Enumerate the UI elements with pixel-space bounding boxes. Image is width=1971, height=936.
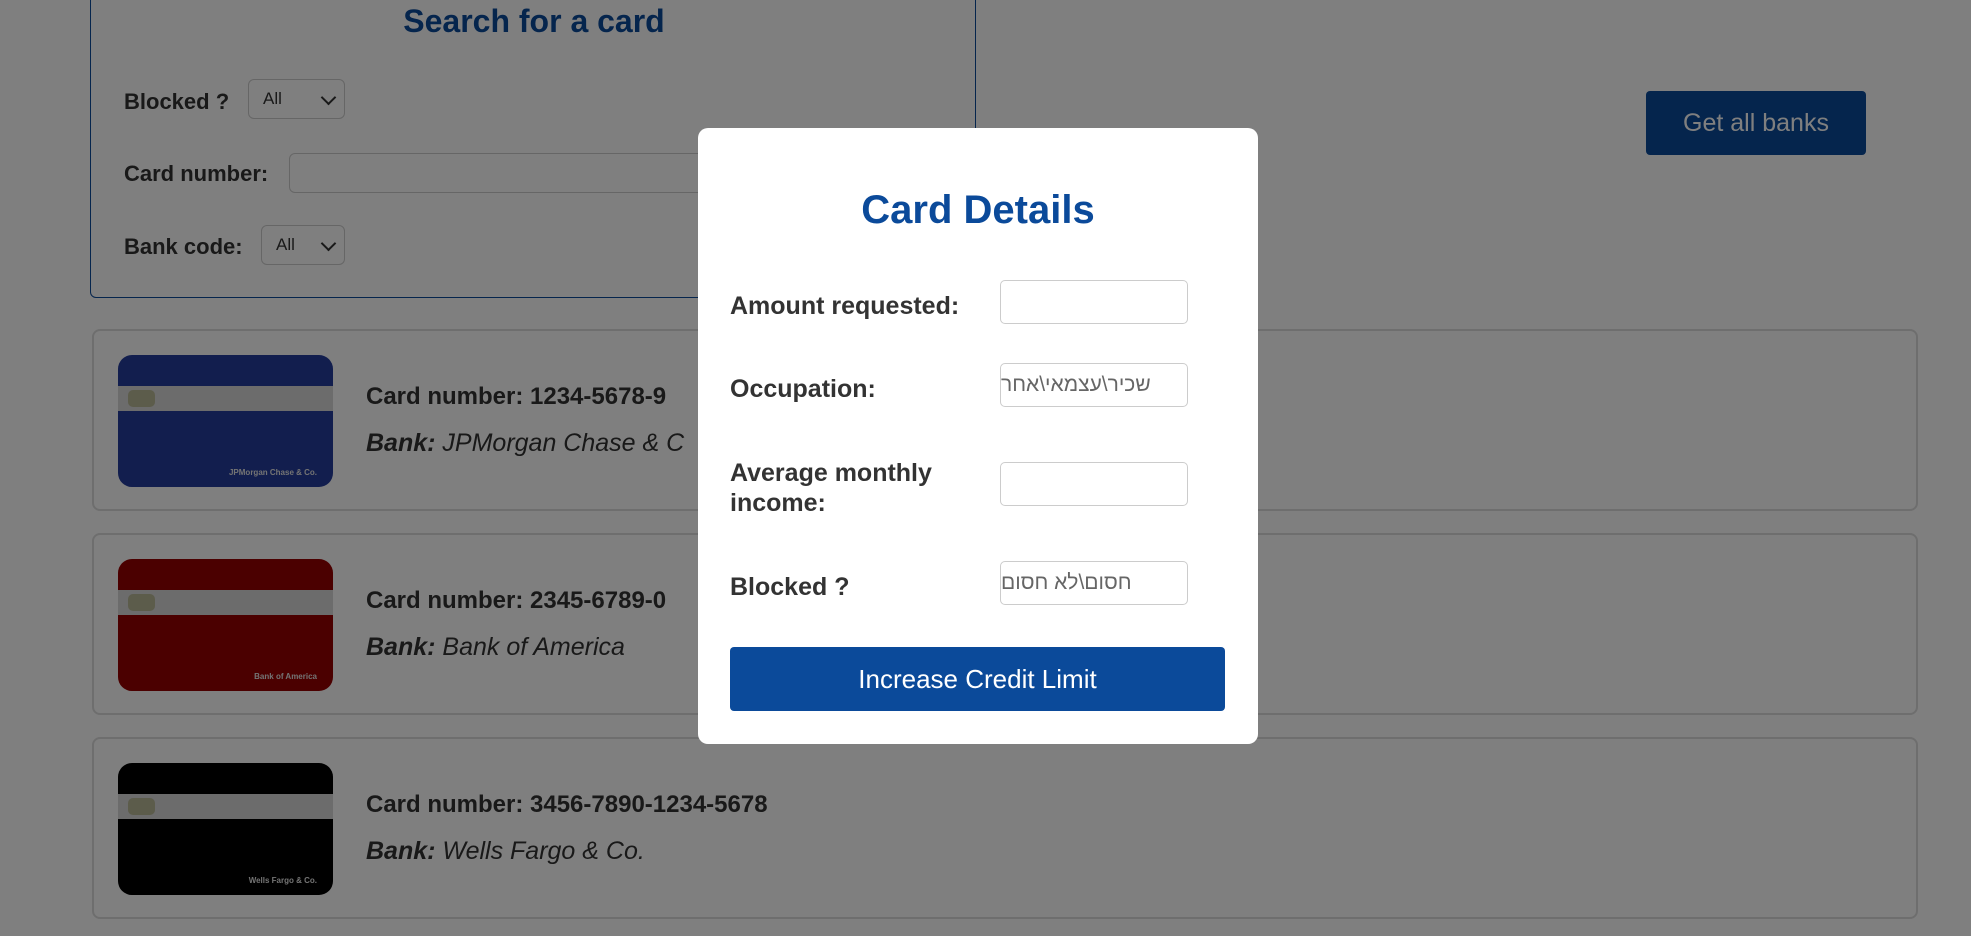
occupation-input[interactable]: שכיר\עצמאי\אחר xyxy=(1000,363,1188,407)
card-details-modal: Card Details Amount requested: Occupatio… xyxy=(698,128,1258,744)
amount-requested-input[interactable] xyxy=(1000,280,1188,324)
modal-title: Card Details xyxy=(861,188,1095,232)
increase-credit-limit-button[interactable]: Increase Credit Limit xyxy=(730,647,1225,711)
occupation-placeholder: שכיר\עצמאי\אחר xyxy=(1001,373,1151,396)
blocked-placeholder: חסום\לא חסום xyxy=(1001,571,1132,594)
blocked-input[interactable]: חסום\לא חסום xyxy=(1000,561,1188,605)
occupation-label: Occupation: xyxy=(730,375,876,403)
modal-blocked-label: Blocked ? xyxy=(730,573,850,601)
average-monthly-income-input[interactable] xyxy=(1000,462,1188,506)
amount-requested-label: Amount requested: xyxy=(730,292,960,320)
average-monthly-income-label: Average monthly income: xyxy=(730,459,932,517)
